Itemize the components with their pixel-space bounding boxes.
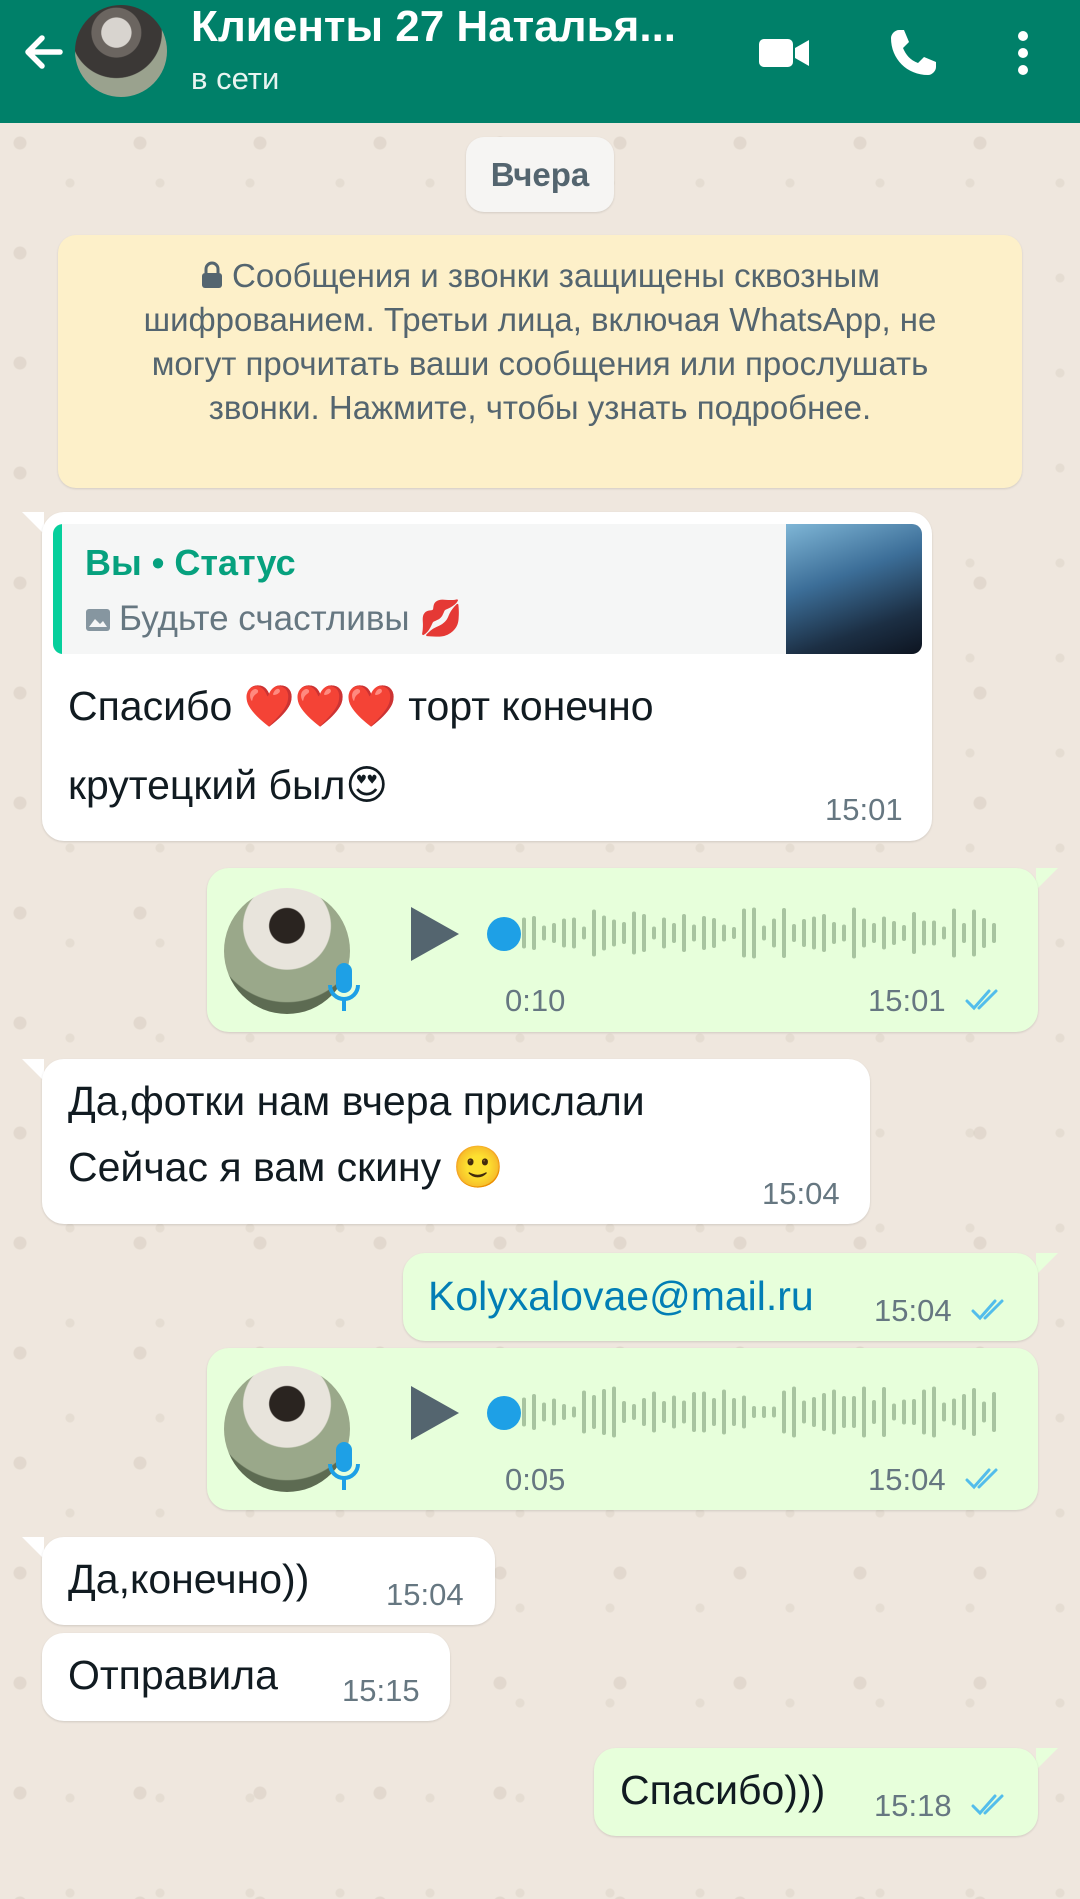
- bubble-tail: [22, 1537, 44, 1559]
- playback-position-dot[interactable]: [487, 1396, 521, 1430]
- quote-caption: Будьте счастливы 💋: [119, 599, 463, 638]
- message-text: Отправила: [68, 1652, 278, 1698]
- voice-duration: 0:05: [505, 1462, 566, 1497]
- message-time: 15:01: [825, 792, 903, 827]
- read-ticks-icon: [971, 1299, 1004, 1321]
- contact-name[interactable]: Клиенты 27 Наталья...: [191, 2, 711, 52]
- message-text: Да,конечно)): [68, 1556, 310, 1602]
- contact-avatar[interactable]: [75, 5, 167, 97]
- message-time: 15:04: [874, 1293, 952, 1328]
- audio-waveform[interactable]: [522, 1382, 1002, 1442]
- play-button-icon[interactable]: [405, 1384, 463, 1442]
- read-ticks-icon: [965, 1468, 998, 1490]
- encryption-notice-text: Сообщения и звонки защищены сквозным шиф…: [143, 257, 937, 426]
- status-photo-thumbnail: [786, 524, 922, 654]
- message-time: 15:18: [874, 1788, 952, 1823]
- quote-author: Вы • Статус: [85, 542, 296, 583]
- contact-status: в сети: [191, 61, 280, 96]
- bubble-tail: [22, 1059, 44, 1081]
- lock-icon: [202, 261, 223, 288]
- quote-accent-bar: [53, 524, 62, 654]
- bubble-tail: [22, 512, 44, 534]
- play-button-icon[interactable]: [405, 905, 463, 963]
- email-link[interactable]: Kolyxalovae@mail.ru: [428, 1263, 814, 1329]
- back-arrow-icon[interactable]: [14, 22, 74, 82]
- bubble-tail: [1036, 1253, 1058, 1275]
- voice-call-icon[interactable]: [882, 22, 944, 84]
- encryption-notice[interactable]: Сообщения и звонки защищены сквозным шиф…: [58, 235, 1022, 488]
- message-time: 15:01: [868, 983, 946, 1018]
- bubble-tail: [1036, 1748, 1058, 1770]
- message-text: Спасибо))): [620, 1767, 826, 1813]
- playback-position-dot[interactable]: [487, 917, 521, 951]
- read-ticks-icon: [971, 1794, 1004, 1816]
- chat-header: Клиенты 27 Наталья... в сети: [0, 0, 1080, 123]
- audio-waveform[interactable]: [522, 903, 1002, 963]
- message-time: 15:15: [342, 1673, 420, 1708]
- message-time: 15:04: [386, 1577, 464, 1612]
- message-text-line: крутецкий был😍: [68, 762, 389, 808]
- video-call-icon[interactable]: [753, 22, 815, 84]
- microphone-icon: [328, 1442, 360, 1490]
- message-text-line: Да,фотки нам вчера прислали: [68, 1078, 645, 1124]
- reply-quote[interactable]: Вы • Статус Будьте счастливы 💋: [53, 524, 922, 654]
- photo-icon: [86, 609, 110, 631]
- more-options-icon[interactable]: [992, 22, 1054, 84]
- message-text-line: Сейчас я вам скину 🙂: [68, 1144, 504, 1190]
- date-separator: Вчера: [466, 137, 614, 212]
- quote-text: Будьте счастливы 💋: [85, 598, 463, 639]
- bubble-tail: [1036, 868, 1058, 890]
- message-time: 15:04: [762, 1176, 840, 1211]
- microphone-icon: [328, 963, 360, 1011]
- message-text-line: Спасибо ❤️❤️❤️ торт конечно: [68, 683, 654, 729]
- read-ticks-icon: [965, 989, 998, 1011]
- voice-duration: 0:10: [505, 983, 566, 1018]
- message-time: 15:04: [868, 1462, 946, 1497]
